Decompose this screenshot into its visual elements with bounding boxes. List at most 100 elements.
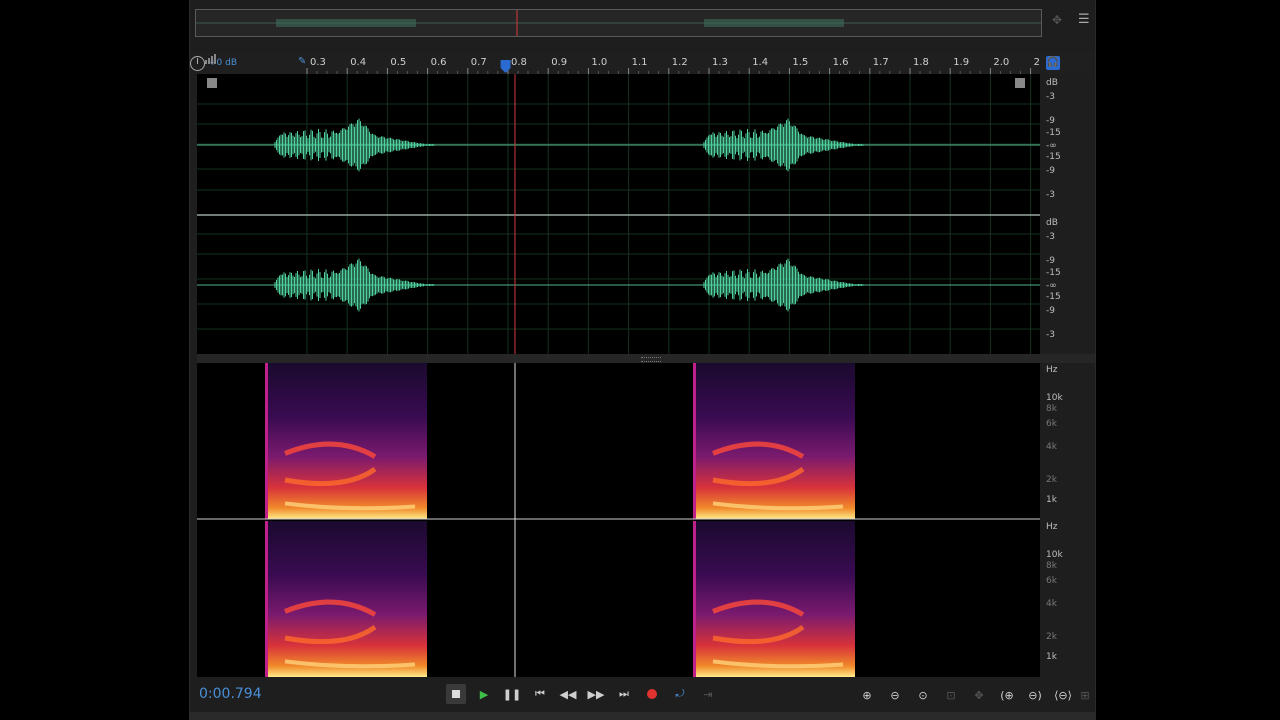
frequency-label: 4k <box>1046 442 1057 452</box>
amplitude-label: -15 <box>1046 152 1061 162</box>
fade-out-handle[interactable] <box>1015 78 1025 88</box>
ruler-label: 1.5 <box>792 57 808 68</box>
amplitude-label: -9 <box>1046 256 1055 266</box>
frequency-label: 6k <box>1046 419 1057 429</box>
skip-selection-icon: ⇥ <box>703 687 713 701</box>
amplitude-scale: dB -3 -9 -15 -∞ -15 -9 -3 dB -3 -9 -15 -∞ -15 -9 -3 <box>1040 74 1095 356</box>
zoom-in-time-button[interactable]: (⊕ <box>996 686 1018 704</box>
pause-icon: ❚❚ <box>502 687 522 701</box>
transport-bar: 0:00.794 ▶ ❚❚ ⏮ ◀◀ ▶▶ ⏭ ⤾ ⇥ ⊕ ⊖ ⊙ ⊡ ✥ (⊕… <box>190 677 1095 712</box>
stop-button[interactable] <box>446 684 466 704</box>
spectrogram-clip <box>265 363 427 519</box>
spectrogram-clip <box>693 521 855 677</box>
amplitude-label: dB <box>1046 218 1058 228</box>
ruler-label: 2 <box>1034 57 1040 68</box>
skip-start-icon: ⏮ <box>535 687 545 700</box>
stop-icon <box>452 690 460 698</box>
more-zoom-button[interactable]: ⊞ <box>1078 686 1092 704</box>
skip-to-start-button[interactable]: ⏮ <box>530 684 550 704</box>
ruler-label: 1.3 <box>712 57 728 68</box>
current-time-display[interactable]: 0:00.794 <box>199 686 262 702</box>
amplitude-label: -15 <box>1046 128 1061 138</box>
frequency-label: 8k <box>1046 404 1057 414</box>
view-splitter[interactable] <box>197 354 1095 363</box>
zoom-out-amplitude-button[interactable]: ⊖ <box>884 686 906 704</box>
headphones-icon[interactable]: 🎧 <box>1046 56 1060 70</box>
splitter-grip[interactable] <box>641 357 661 362</box>
record-button[interactable] <box>642 684 662 704</box>
zoom-in-amplitude-button[interactable]: ⊕ <box>856 686 878 704</box>
spectrogram-canvas <box>197 363 1040 677</box>
playhead-handle[interactable] <box>500 60 511 73</box>
rewind-icon: ◀◀ <box>559 687 577 701</box>
ruler-label: 1.2 <box>672 57 688 68</box>
ruler-label: 1.4 <box>752 57 768 68</box>
spectrogram-clip <box>693 363 855 519</box>
settings-icon[interactable]: ✥ <box>1052 13 1066 27</box>
amplitude-label: -3 <box>1046 232 1055 242</box>
rewind-button[interactable]: ◀◀ <box>558 684 578 704</box>
ruler-ticks: 0.3 0.4 0.5 0.6 0.7 0.8 0.9 1.0 1.1 1.2 1.3 1.4 1.5 1… <box>306 57 1040 74</box>
status-strip <box>190 712 1095 720</box>
zoom-in-time-icon: (⊕ <box>1000 688 1014 702</box>
ruler-label: 0.9 <box>551 57 567 68</box>
zoom-out-amplitude-icon: ⊖ <box>890 688 900 702</box>
amplitude-label: -15 <box>1046 268 1061 278</box>
ruler-label: 1.7 <box>873 57 889 68</box>
frequency-label: 8k <box>1046 561 1057 571</box>
amplitude-label: -3 <box>1046 92 1055 102</box>
overview-waveform <box>196 10 1041 36</box>
frequency-label: 1k <box>1046 495 1057 505</box>
overview-navigator[interactable] <box>195 9 1042 37</box>
pause-button[interactable]: ❚❚ <box>502 684 522 704</box>
amplitude-label: -9 <box>1046 306 1055 316</box>
amplitude-label: -9 <box>1046 166 1055 176</box>
play-button[interactable]: ▶ <box>474 684 494 704</box>
ruler-label: 0.6 <box>431 57 447 68</box>
ruler-label: 1.1 <box>632 57 648 68</box>
frequency-label: 1k <box>1046 652 1057 662</box>
zoom-full-button[interactable]: ✥ <box>968 686 990 704</box>
frequency-label: 6k <box>1046 576 1057 586</box>
audio-clip-waveform <box>274 258 435 312</box>
amplitude-label: -3 <box>1046 190 1055 200</box>
ruler-label: 0.7 <box>471 57 487 68</box>
zoom-full-icon: ✥ <box>974 688 984 702</box>
panel-menu-icon[interactable]: ☰ <box>1078 13 1092 27</box>
fade-in-handle[interactable] <box>207 78 217 88</box>
zoom-out-time-icon: ⊖) <box>1028 688 1042 702</box>
waveform-canvas <box>197 74 1040 354</box>
zoom-out-full-button[interactable]: ⟨⊖⟩ <box>1052 686 1074 704</box>
audio-clip-waveform <box>703 258 864 312</box>
more-icon: ⊞ <box>1080 688 1090 702</box>
ruler-label: 1.0 <box>591 57 607 68</box>
frequency-scale: Hz 10k 8k 6k 4k 2k 1k Hz 10k 8k 6k 4k 2k 1k <box>1040 363 1095 677</box>
zoom-reset-button[interactable]: ⊙ <box>912 686 934 704</box>
frequency-label: 2k <box>1046 632 1057 642</box>
fast-forward-icon: ▶▶ <box>587 687 605 701</box>
loop-button[interactable]: ⤾ <box>670 684 690 704</box>
waveform-display[interactable] <box>197 74 1040 354</box>
skip-to-end-button[interactable]: ⏭ <box>614 684 634 704</box>
time-ruler[interactable]: +0 dB ✎ 0.3 0.4 0.5 0.6 0.7 0.8 0.9 1.0 1.1 1.2 1.… <box>190 52 1095 74</box>
frequency-label: 10k <box>1046 550 1063 560</box>
waveform-editor-panel: ✥ ☰ +0 dB ✎ 0.3 0.4 0.5 0.6 0.7 0.8 0.9 1.0 1.1 1… <box>189 0 1096 720</box>
ruler-label: 0.8 <box>511 57 527 68</box>
spectral-frequency-display[interactable] <box>197 363 1040 677</box>
zoom-reset-icon: ⊙ <box>918 688 928 702</box>
fast-forward-button[interactable]: ▶▶ <box>586 684 606 704</box>
skip-end-icon: ⏭ <box>619 687 629 700</box>
ruler-label: 1.6 <box>833 57 849 68</box>
ruler-label: 1.8 <box>913 57 929 68</box>
zoom-out-full-icon: ⟨⊖⟩ <box>1054 688 1072 702</box>
amplitude-label: -15 <box>1046 292 1061 302</box>
skip-selection-button[interactable]: ⇥ <box>698 684 718 704</box>
frequency-label: Hz <box>1046 522 1058 532</box>
frequency-label: 4k <box>1046 599 1057 609</box>
ruler-label: 2.0 <box>993 57 1009 68</box>
zoom-selection-button[interactable]: ⊡ <box>940 686 962 704</box>
audio-clip-waveform <box>274 118 435 172</box>
zoom-out-time-button[interactable]: ⊖) <box>1024 686 1046 704</box>
ruler-label: 0.5 <box>390 57 406 68</box>
frequency-label: 10k <box>1046 393 1063 403</box>
